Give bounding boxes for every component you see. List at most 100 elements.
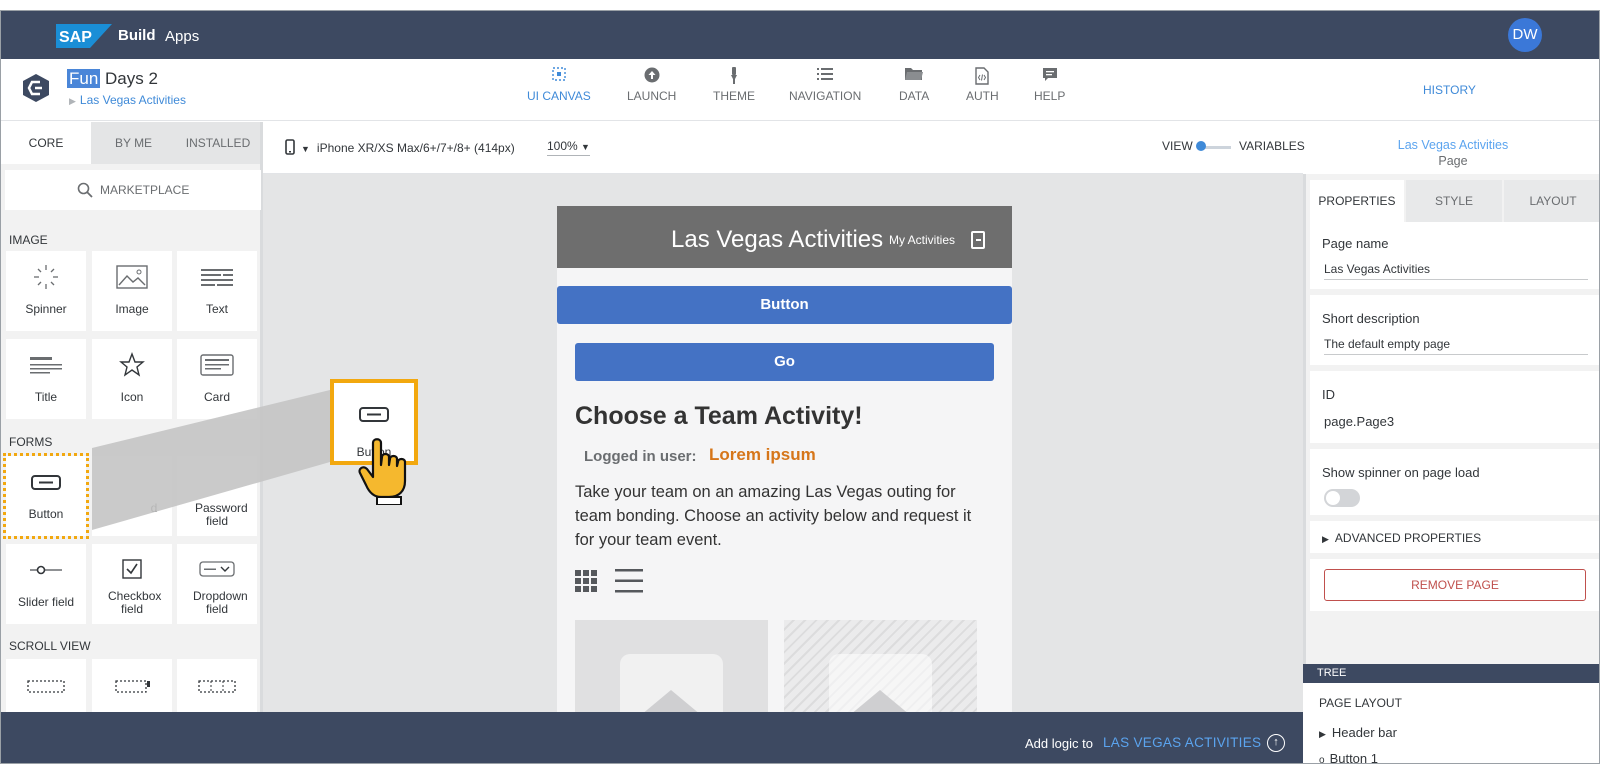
tree-header: TREE xyxy=(1303,664,1599,683)
advanced-properties-text: ADVANCED PROPERTIES xyxy=(1334,531,1482,545)
section-image: IMAGE xyxy=(9,233,48,247)
id-value: page.Page3 xyxy=(1324,414,1395,429)
component-card[interactable]: Card xyxy=(177,339,257,419)
launch-icon xyxy=(627,67,676,89)
app-title[interactable]: Fun Days 2 xyxy=(67,69,158,89)
tab-navigation[interactable]: NAVIGATION xyxy=(789,67,861,103)
app-header: Fun Days 2 ▶ Las Vegas Activities UI CANV… xyxy=(1,59,1599,121)
component-text[interactable]: Text xyxy=(177,251,257,331)
card-icon xyxy=(200,354,234,376)
chevron-right-icon: ▶ xyxy=(69,96,76,106)
tab-help[interactable]: HELP xyxy=(1034,67,1065,103)
tile-label: Slider field xyxy=(17,595,75,609)
tile-label: Button xyxy=(28,507,64,521)
brand-build: Build xyxy=(118,27,156,44)
arrow-up-circle-icon[interactable]: ↑ xyxy=(1267,734,1285,752)
divider xyxy=(1324,279,1588,280)
toggle-knob[interactable] xyxy=(1196,141,1206,151)
advanced-properties-label: ▶ ADVANCED PROPERTIES xyxy=(1322,531,1481,545)
component-input-field[interactable]: d xyxy=(92,456,172,536)
dropdown-icon xyxy=(199,561,235,577)
tab-theme[interactable]: THEME xyxy=(713,67,755,103)
chevron-down-icon: ▼ xyxy=(301,144,310,154)
activity-card[interactable] xyxy=(784,620,977,712)
advanced-properties-row[interactable]: ▶ ADVANCED PROPERTIES xyxy=(1310,521,1599,553)
tab-properties[interactable]: PROPERTIES xyxy=(1310,180,1404,222)
svg-text:SAP: SAP xyxy=(59,29,92,46)
sap-logo[interactable]: SAP xyxy=(56,24,112,48)
palette-tab-installed[interactable]: INSTALLED xyxy=(176,122,260,164)
marketplace-button[interactable]: MARKETPLACE xyxy=(5,170,261,210)
list-view-icon[interactable] xyxy=(615,568,643,594)
page-name-card: Page name Las Vegas Activities xyxy=(1310,222,1599,289)
component-palette: CORE BY ME INSTALLED MARKETPLACE IMAGE S… xyxy=(1,122,263,739)
remove-page-button[interactable]: REMOVE PAGE xyxy=(1324,569,1586,601)
component-dropdown-field[interactable]: Dropdown field xyxy=(177,544,257,624)
breadcrumb[interactable]: ▶ Las Vegas Activities xyxy=(69,93,186,107)
spinner-toggle[interactable] xyxy=(1324,489,1360,507)
component-title[interactable]: Title xyxy=(6,339,86,419)
activity-card[interactable] xyxy=(575,620,768,712)
remove-page-card: REMOVE PAGE xyxy=(1310,559,1599,611)
tab-layout[interactable]: LAYOUT xyxy=(1504,180,1599,222)
tile-label: Text xyxy=(205,302,228,316)
tab-auth[interactable]: AUTH xyxy=(966,67,999,103)
tree-item-header-bar[interactable]: ▶ Header bar xyxy=(1319,725,1397,740)
component-button[interactable]: Button xyxy=(3,453,89,539)
variables-label: VARIABLES xyxy=(1239,139,1305,153)
preview-heading: Choose a Team Activity! xyxy=(575,402,863,430)
list-icon xyxy=(789,67,861,89)
id-card: ID page.Page3 xyxy=(1310,371,1599,443)
tab-launch[interactable]: LAUNCH xyxy=(627,67,676,103)
palette-tab-core[interactable]: CORE xyxy=(1,122,91,164)
history-link[interactable]: HISTORY xyxy=(1423,83,1476,97)
add-logic-target[interactable]: LAS VEGAS ACTIVITIES xyxy=(1103,735,1261,750)
zoom-selector[interactable]: 100% ▼ xyxy=(547,139,590,156)
tab-style[interactable]: STYLE xyxy=(1406,180,1502,222)
document-icon[interactable] xyxy=(971,231,985,249)
app-frame: SAP Build Apps DW Fun Days 2 ▶ Las Vegas … xyxy=(0,10,1600,764)
component-icon[interactable]: Icon xyxy=(92,339,172,419)
component-image[interactable]: Image xyxy=(92,251,172,331)
mountain-icon xyxy=(844,690,916,712)
component-slider-field[interactable]: Slider field xyxy=(6,544,86,624)
tab-ui-canvas[interactable]: UI CANVAS xyxy=(527,67,591,103)
app-logo-icon[interactable] xyxy=(21,73,51,103)
component-checkbox-field[interactable]: Checkbox field xyxy=(92,544,172,624)
breadcrumb-page: Las Vegas Activities xyxy=(79,93,186,107)
tab-data[interactable]: DATA xyxy=(899,67,929,103)
tree-panel: PAGE LAYOUT ▶ Header bar o Button 1 xyxy=(1303,683,1599,764)
canvas-icon xyxy=(527,67,591,89)
preview-go-button[interactable]: Go xyxy=(575,343,994,381)
component-password-field[interactable]: Password field xyxy=(177,456,257,536)
preview-button-1[interactable]: Button xyxy=(557,286,1012,324)
tab-label: NAVIGATION xyxy=(789,89,862,103)
tile-label: Card xyxy=(203,390,230,404)
image-icon xyxy=(116,265,148,289)
component-spinner[interactable]: Spinner xyxy=(6,251,86,331)
short-description-card: Short description The default empty page xyxy=(1310,295,1599,365)
mountain-icon xyxy=(635,690,707,712)
short-description-input[interactable]: The default empty page xyxy=(1324,337,1450,351)
device-selector[interactable]: ▼ iPhone XR/XS Max/6+/7+/8+ (414px) xyxy=(285,139,515,155)
page-header-bar[interactable]: Las Vegas Activities My Activities xyxy=(557,206,1012,268)
brush-icon xyxy=(713,67,755,89)
selected-page-title: Las Vegas Activities xyxy=(1397,138,1509,152)
button-icon xyxy=(31,475,61,490)
tab-label: AUTH xyxy=(966,89,999,103)
avatar[interactable]: DW xyxy=(1508,18,1542,52)
page-header-title: Las Vegas Activities xyxy=(671,226,884,253)
page-layout-label: PAGE LAYOUT xyxy=(1319,696,1402,710)
selected-page-type: Page xyxy=(1438,154,1468,168)
scroll-view-icon xyxy=(27,680,65,693)
grid-view-icon[interactable] xyxy=(575,570,597,592)
palette-tab-by-me[interactable]: BY ME xyxy=(91,122,176,164)
my-activities-link[interactable]: My Activities xyxy=(889,233,955,247)
tree-item-button-1[interactable]: o Button 1 xyxy=(1319,751,1378,764)
add-logic-label: Add logic to xyxy=(1025,736,1093,751)
section-forms: FORMS xyxy=(9,435,53,449)
page-name-input[interactable]: Las Vegas Activities xyxy=(1324,262,1430,276)
canvas-toolbar: ▼ iPhone XR/XS Max/6+/7+/8+ (414px) 100% … xyxy=(263,122,1305,174)
tab-label: THEME xyxy=(713,89,755,103)
tree-item-label: Button 1 xyxy=(1329,751,1378,764)
